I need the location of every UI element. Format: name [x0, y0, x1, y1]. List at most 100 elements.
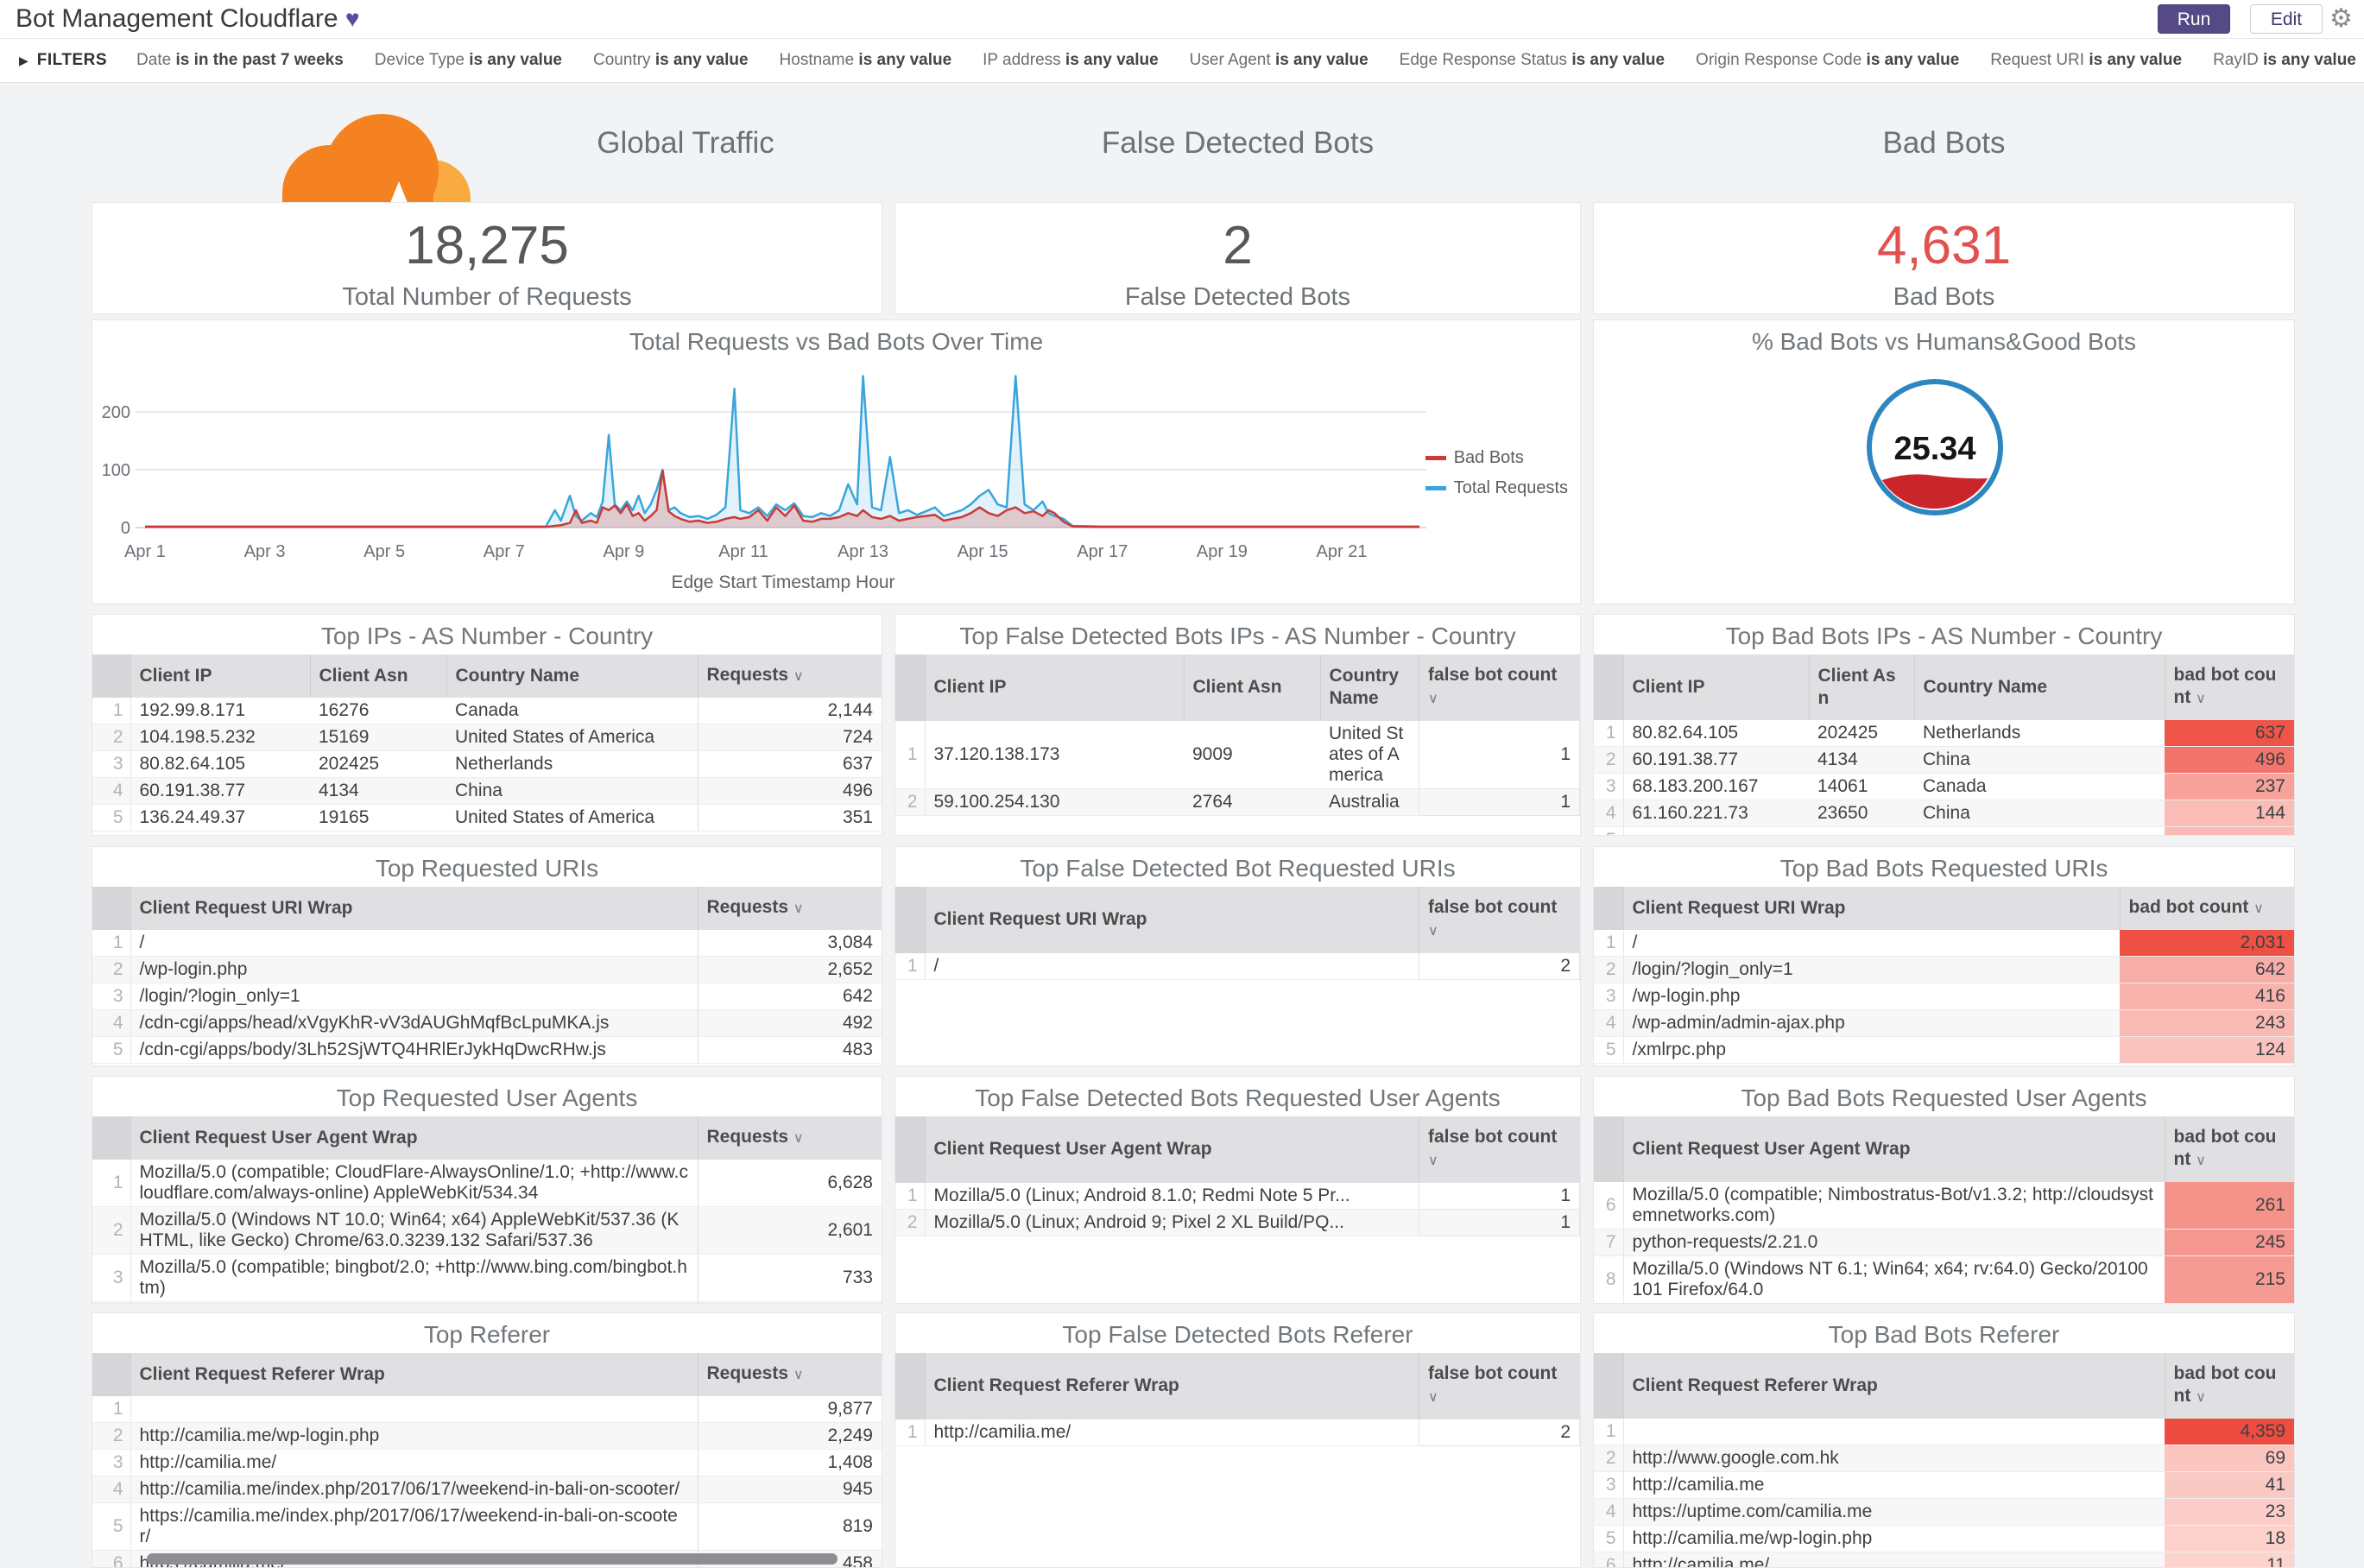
table-row[interactable]: 3 http://camilia.me/1,408 — [92, 1449, 882, 1476]
column-header[interactable]: Country Name — [1914, 654, 2165, 720]
table-row[interactable]: 2 Mozilla/5.0 (Windows NT 10.0; Win64; x6… — [92, 1206, 882, 1255]
table-row[interactable]: 4/cdn-cgi/apps/head/xVgyKhR-vV3dAUGhMqfB… — [92, 1009, 882, 1037]
column-header[interactable]: Client Request Referer Wrap — [925, 1353, 1419, 1419]
column-header[interactable]: Client Request URI Wrap — [130, 887, 698, 930]
table-row[interactable]: 2 Mozilla/5.0 (Linux; Android 9; Pixel 2 … — [895, 1209, 1580, 1236]
table-row[interactable]: 2/wp-login.php 2,652 — [92, 956, 882, 983]
table-row[interactable]: 4 https://uptime.com/camilia.me 23 — [1594, 1498, 2294, 1526]
table-row[interactable]: 2 59.100.254.130 2764 Australia 1 — [895, 787, 1580, 816]
column-header[interactable]: Country Name — [1320, 654, 1419, 721]
table-row[interactable]: 2 104.198.5.232 15169 United States of Amer… — [92, 724, 882, 751]
table-row[interactable]: 4 http://camilia.me/index.php/2017/06/17/… — [92, 1476, 882, 1503]
value-column-header[interactable]: bad bot count ∨ — [2120, 887, 2294, 930]
filter-item[interactable]: Hostname is any value — [780, 51, 952, 69]
value-column-header[interactable]: false bot count ∨ — [1419, 654, 1580, 721]
value-cell: 2,652 — [697, 956, 882, 983]
filters-expand-icon[interactable]: ▶ — [19, 54, 28, 68]
horizontal-scrollbar[interactable] — [147, 1553, 838, 1565]
table-row[interactable]: 3 68.183.200.167 14061 Canada 237 — [1594, 773, 2294, 800]
value-column-header[interactable]: Requests ∨ — [698, 1353, 882, 1396]
table-row[interactable]: 5 http://camilia.me/wp-login.php 18 — [1594, 1525, 2294, 1552]
filter-item[interactable]: Origin Response Code is any value — [1696, 51, 1959, 69]
value-column-header[interactable]: Requests ∨ — [698, 654, 882, 698]
value-column-header[interactable]: bad bot count ∨ — [2165, 654, 2294, 720]
table-row[interactable]: 1 37.120.138.173 9009 United States of Amer… — [895, 720, 1580, 789]
filter-item[interactable]: Edge Response Status is any value — [1400, 51, 1665, 69]
filter-item[interactable]: IP address is any value — [983, 51, 1159, 69]
table-row[interactable]: 4 60.191.38.77 4134 China 496 — [92, 777, 882, 805]
legend-entry[interactable]: Total Requests — [1425, 478, 1568, 498]
table-row[interactable]: 4/wp-admin/admin-ajax.php 243 — [1594, 1009, 2294, 1037]
value-column-header[interactable]: Requests ∨ — [698, 887, 882, 930]
filter-item[interactable]: User Agent is any value — [1190, 51, 1368, 69]
table-row[interactable]: 5/xmlrpc.php 124 — [1594, 1036, 2294, 1064]
table-row[interactable]: 5 https://camilia.me/index.php/2017/06/17… — [92, 1502, 882, 1551]
edit-button[interactable]: Edit — [2250, 4, 2323, 34]
table-row[interactable]: 3/login/?login_only=1 642 — [92, 983, 882, 1010]
row-number-header — [895, 1353, 926, 1419]
table-row[interactable]: 1 http://camilia.me/2 — [895, 1419, 1580, 1446]
column-header[interactable]: Client Request URI Wrap — [925, 887, 1419, 953]
table-row[interactable]: 3 80.82.64.105 202425 Netherlands 637 — [92, 750, 882, 778]
filter-item[interactable]: Date is in the past 7 weeks — [136, 51, 344, 69]
table-row[interactable]: 1 80.82.64.105 202425 Netherlands 637 — [1594, 720, 2294, 747]
table-header-row: Client Request User Agent Wrap bad bot co… — [1594, 1116, 2294, 1182]
value-column-header[interactable]: false bot count ∨ — [1419, 1353, 1580, 1419]
filter-item[interactable]: Device Type is any value — [375, 51, 562, 69]
column-header[interactable]: Client Asn — [310, 654, 447, 698]
filters-label[interactable]: FILTERS — [37, 51, 107, 70]
table-row[interactable]: 2/login/?login_only=1 642 — [1594, 956, 2294, 983]
table-row[interactable]: 3 http://camilia.me 41 — [1594, 1471, 2294, 1499]
table-row[interactable]: 1 Mozilla/5.0 (compatible; CloudFlare-Alw… — [92, 1160, 882, 1207]
value-column-header[interactable]: bad bot count ∨ — [2165, 1353, 2294, 1419]
table-row[interactable]: 1 Mozilla/5.0 (Linux; Android 8.1.0; Redm… — [895, 1182, 1580, 1210]
timeseries-chart[interactable]: 0 100 200 Apr 1 Apr 3 Apr 5 Apr 7 Apr 9 Apr 11 Ap… — [92, 362, 1581, 572]
table-row[interactable]: 2 http://www.google.com.hk 69 — [1594, 1445, 2294, 1472]
table-row[interactable]: 5 136.24.49.37 19165 United States of Ameri… — [92, 804, 882, 831]
column-header[interactable]: Client Request User Agent Wrap — [1623, 1116, 2165, 1182]
table-row[interactable]: 1/2,031 — [1594, 930, 2294, 957]
table-row[interactable]: 3/wp-login.php 416 — [1594, 983, 2294, 1010]
table-row[interactable]: 6 Mozilla/5.0 (compatible; Nimbostratus-B… — [1594, 1182, 2294, 1230]
column-header[interactable]: Client IP — [130, 654, 311, 698]
value-column-header[interactable]: bad bot count ∨ — [2165, 1116, 2294, 1182]
column-header[interactable]: Client Asn — [1184, 654, 1321, 721]
table-row[interactable]: 4 61.160.221.73 23650 China 144 — [1594, 800, 2294, 827]
column-header[interactable]: Country Name — [446, 654, 698, 698]
filter-item[interactable]: Request URI is any value — [1990, 51, 2182, 69]
value-column-header[interactable]: Requests ∨ — [698, 1116, 882, 1160]
column-header[interactable]: Client IP — [1623, 654, 1810, 720]
table-row[interactable]: 2 60.191.38.77 4134 China 496 — [1594, 746, 2294, 774]
filter-item[interactable]: Country is any value — [593, 51, 749, 69]
column-header[interactable]: Client Request Referer Wrap — [130, 1353, 698, 1396]
column-header[interactable]: Client IP — [925, 654, 1185, 721]
table-cell: 80.82.64.105 — [130, 750, 310, 778]
table-row[interactable]: 4 681 — [92, 1301, 882, 1303]
row-number: 3 — [1594, 983, 1624, 1010]
run-button[interactable]: Run — [2158, 4, 2230, 34]
table-row[interactable]: 1/3,084 — [92, 930, 882, 957]
value-column-header[interactable]: false bot count ∨ — [1419, 1116, 1580, 1183]
column-header[interactable]: Client Asn — [1809, 654, 1915, 720]
column-header[interactable]: Client Request User Agent Wrap — [130, 1116, 698, 1160]
column-header[interactable]: Client Request Referer Wrap — [1623, 1353, 2165, 1419]
filter-item[interactable]: RayID is any value — [2213, 51, 2356, 69]
table-row[interactable]: 2 http://camilia.me/wp-login.php 2,249 — [92, 1422, 882, 1450]
row-number: 4 — [92, 1009, 131, 1037]
table-row[interactable]: 8 Mozilla/5.0 (Windows NT 6.1; Win64; x64… — [1594, 1255, 2294, 1303]
table-row[interactable]: 6 http://camilia.me/11 — [1594, 1552, 2294, 1567]
legend-entry[interactable]: Bad Bots — [1425, 448, 1568, 468]
table-row[interactable]: 1 9,877 — [92, 1396, 882, 1423]
table-row[interactable]: 1 4,359 — [1594, 1419, 2294, 1445]
table-row[interactable]: 1 192.99.8.171 16276 Canada 2,144 — [92, 698, 882, 724]
table-row[interactable]: 7 python-requests/2.21.0 245 — [1594, 1229, 2294, 1256]
table-row[interactable]: 1/2 — [895, 952, 1580, 980]
value-cell: 681 — [697, 1301, 882, 1303]
table-row[interactable]: 5 — [1594, 826, 2294, 835]
value-column-header[interactable]: false bot count ∨ — [1419, 887, 1580, 953]
gear-icon[interactable]: ⚙ — [2329, 2, 2353, 36]
column-header[interactable]: Client Request URI Wrap — [1623, 887, 2121, 930]
table-row[interactable]: 5/cdn-cgi/apps/body/3Lh52SjWTQ4HRlErJykH… — [92, 1036, 882, 1064]
column-header[interactable]: Client Request User Agent Wrap — [925, 1116, 1419, 1183]
table-row[interactable]: 3 Mozilla/5.0 (compatible; bingbot/2.0; +… — [92, 1254, 882, 1302]
